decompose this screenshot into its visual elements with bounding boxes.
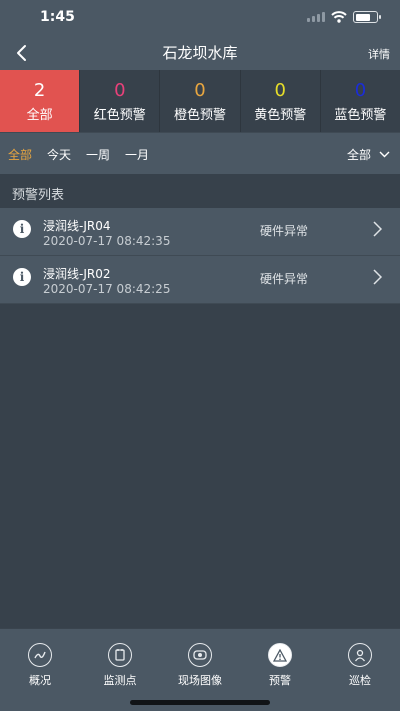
tab-site-images[interactable]: 现场图像 <box>160 643 240 688</box>
filter-tab-today[interactable]: 今天 <box>47 146 71 163</box>
overview-icon <box>28 643 52 667</box>
alert-name: 浸润线-JR02 <box>43 267 111 281</box>
info-icon: i <box>13 268 31 286</box>
list-item[interactable]: i 浸润线-JR02 2020-07-17 08:42:25 硬件异常 <box>0 256 400 304</box>
wifi-icon <box>331 11 347 23</box>
signal-icon <box>307 12 325 22</box>
tab-inspection[interactable]: 巡检 <box>320 643 400 688</box>
tab-warnings[interactable]: 预警 <box>240 643 320 688</box>
tab-label: 概况 <box>29 674 51 687</box>
type-filter-dropdown[interactable]: 全部 <box>347 146 390 163</box>
inspection-icon <box>348 643 372 667</box>
counter-label: 蓝色预警 <box>334 107 387 123</box>
bottom-tab-bar: 概况 监测点 现场图像 预警 巡检 <box>0 628 400 711</box>
warning-icon <box>268 643 292 667</box>
list-item[interactable]: i 浸润线-JR04 2020-07-17 08:42:35 硬件异常 <box>0 208 400 256</box>
info-icon: i <box>13 220 31 238</box>
page-title: 石龙坝水库 <box>162 44 238 62</box>
camera-icon <box>188 643 212 667</box>
counter-yellow[interactable]: 0 黄色预警 <box>241 70 321 132</box>
alert-time: 2020-07-17 08:42:35 <box>43 234 171 248</box>
filter-row: 全部 今天 一周 一月 全部 <box>0 132 400 174</box>
filter-tab-month[interactable]: 一月 <box>125 146 149 163</box>
detail-button[interactable]: 详情 <box>368 46 390 62</box>
alert-name: 浸润线-JR04 <box>43 219 111 233</box>
alert-list: i 浸润线-JR04 2020-07-17 08:42:35 硬件异常 i 浸润… <box>0 208 400 304</box>
battery-icon <box>353 11 381 23</box>
counter-value: 0 <box>274 79 286 101</box>
alert-time: 2020-07-17 08:42:25 <box>43 282 171 296</box>
filter-tab-all[interactable]: 全部 <box>8 146 32 163</box>
status-bar: 1:45 <box>0 0 400 36</box>
counter-value: 0 <box>354 79 367 101</box>
counter-value: 0 <box>194 79 206 101</box>
counter-label: 橙色预警 <box>174 107 227 123</box>
counter-value: 0 <box>114 79 126 101</box>
time-filter-tabs: 全部 今天 一周 一月 <box>8 146 149 163</box>
tab-label: 巡检 <box>349 674 371 687</box>
counter-orange[interactable]: 0 橙色预警 <box>160 70 241 132</box>
alert-status: 硬件异常 <box>260 272 309 286</box>
counter-label: 红色预警 <box>93 107 146 123</box>
filter-tab-week[interactable]: 一周 <box>86 146 110 163</box>
home-indicator <box>130 700 270 705</box>
tab-label: 现场图像 <box>178 674 222 687</box>
section-header: 预警列表 <box>0 174 400 208</box>
tab-label: 监测点 <box>103 674 137 687</box>
chevron-right-icon <box>373 221 383 237</box>
nav-bar: 石龙坝水库 详情 <box>0 36 400 70</box>
tab-label: 预警 <box>269 674 291 687</box>
tab-overview[interactable]: 概况 <box>0 643 80 688</box>
status-icons <box>307 11 381 23</box>
counter-label: 黄色预警 <box>254 107 307 123</box>
warning-counters: 2 全部 0 红色预警 0 橙色预警 0 黄色预警 0 蓝色预警 <box>0 70 400 132</box>
counter-blue[interactable]: 0 蓝色预警 <box>321 70 400 132</box>
counter-value: 2 <box>33 79 46 101</box>
section-title: 预警列表 <box>12 188 65 203</box>
chevron-right-icon <box>373 269 383 285</box>
counter-red[interactable]: 0 红色预警 <box>80 70 161 132</box>
chevron-down-icon <box>379 151 390 158</box>
tab-monitor-points[interactable]: 监测点 <box>80 643 160 688</box>
alert-status: 硬件异常 <box>260 224 309 238</box>
status-time: 1:45 <box>40 9 75 25</box>
counter-all[interactable]: 2 全部 <box>0 70 81 132</box>
dropdown-value: 全部 <box>346 148 371 162</box>
counter-label: 全部 <box>26 107 53 123</box>
monitor-point-icon <box>108 643 132 667</box>
